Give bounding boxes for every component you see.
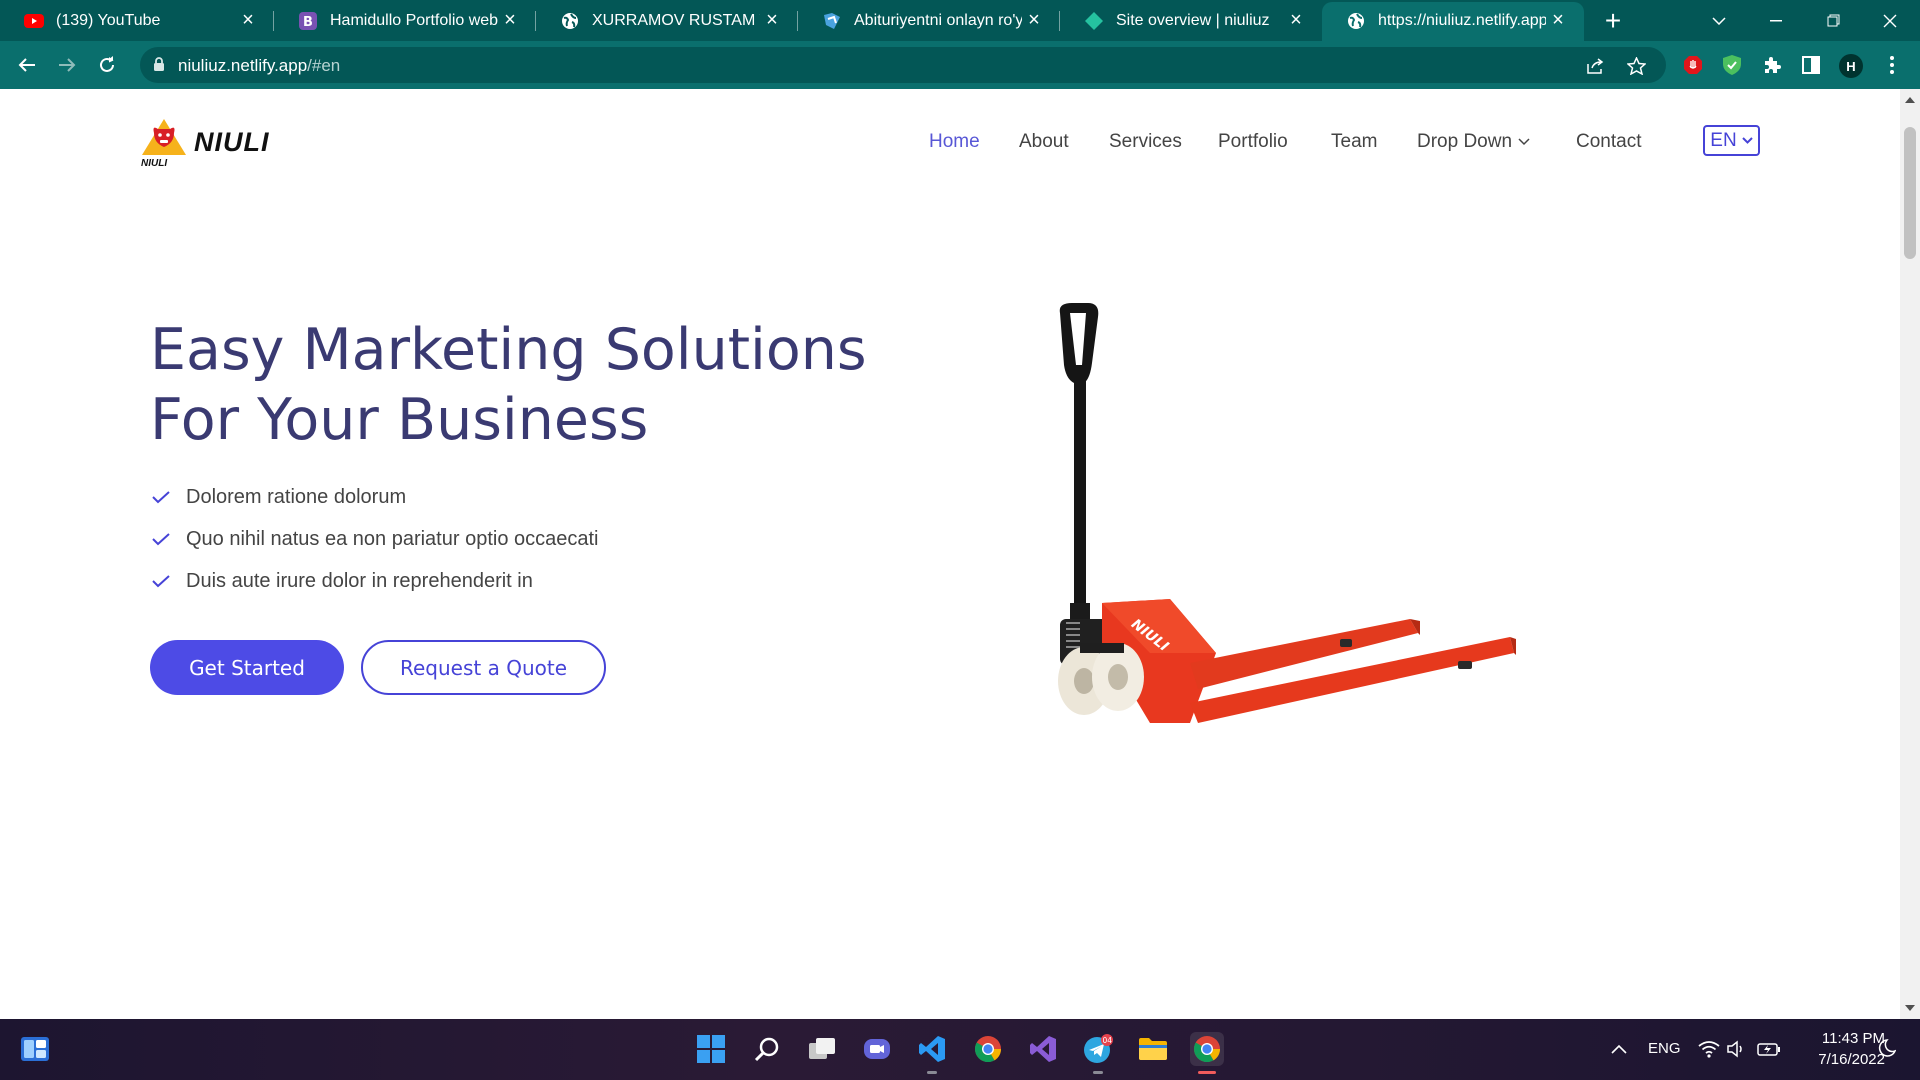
list-item: Quo nihil natus ea non pariatur optio oc… — [152, 518, 599, 560]
back-button[interactable] — [11, 49, 43, 81]
reload-button[interactable] — [91, 49, 123, 81]
tab-site-overview[interactable]: Site overview | niuliuz × — [1060, 0, 1322, 41]
scrollbar-thumb[interactable] — [1904, 127, 1916, 259]
minimize-button[interactable] — [1748, 0, 1804, 41]
language-select[interactable]: EN — [1703, 125, 1760, 156]
share-icon[interactable] — [1586, 56, 1606, 76]
notifications-icon[interactable] — [1870, 1032, 1904, 1066]
svg-text:NIULI: NIULI — [141, 158, 167, 167]
restore-button[interactable] — [1805, 0, 1861, 41]
close-tab-icon[interactable]: × — [760, 9, 784, 33]
svg-text:04: 04 — [1103, 1036, 1113, 1045]
bookmark-star-icon[interactable] — [1626, 56, 1646, 76]
close-tab-icon[interactable]: × — [1022, 9, 1046, 33]
windows-start-icon[interactable] — [694, 1032, 728, 1066]
site-icon — [822, 11, 842, 31]
browser-toolbar: niuliuz.netlify.app/#en H — [0, 41, 1920, 89]
search-icon[interactable] — [750, 1032, 784, 1066]
nav-portfolio[interactable]: Portfolio — [1218, 129, 1288, 155]
new-tab-button[interactable]: + — [1598, 5, 1628, 36]
forward-arrow-icon — [59, 58, 76, 72]
visual-studio-icon[interactable] — [1026, 1032, 1060, 1066]
hero-title: Easy Marketing Solutions For Your Busine… — [150, 317, 867, 453]
close-tab-icon[interactable]: × — [1284, 9, 1308, 33]
address-bar[interactable]: niuliuz.netlify.app/#en — [140, 47, 1666, 83]
scroll-up-arrow-icon[interactable] — [1905, 97, 1915, 103]
get-started-button[interactable]: Get Started — [150, 640, 344, 695]
widgets-icon[interactable] — [18, 1032, 52, 1066]
site-logo[interactable]: NIULI NIULI — [140, 117, 270, 167]
tab-search-button[interactable] — [1691, 0, 1747, 41]
telegram-icon[interactable]: 04 — [1081, 1032, 1115, 1066]
windows-taskbar: 04 ENG 11:43 PM 7/16/2022 — [0, 1019, 1920, 1080]
close-tab-icon[interactable]: × — [498, 9, 522, 33]
tab-abituriyent[interactable]: Abituriyentni onlayn ro'yxat × — [798, 0, 1060, 41]
check-icon — [152, 532, 172, 546]
nav-dropdown-label: Drop Down — [1417, 131, 1513, 152]
netlify-icon — [1084, 11, 1104, 31]
reload-icon — [100, 56, 114, 72]
scroll-down-arrow-icon[interactable] — [1905, 1005, 1915, 1011]
list-item: Duis aute irure dolor in reprehenderit i… — [152, 560, 599, 602]
chevron-down-icon — [1712, 16, 1726, 25]
close-tab-icon[interactable]: × — [236, 9, 260, 33]
lock-icon[interactable] — [153, 57, 165, 77]
chevron-down-icon — [1518, 138, 1530, 146]
globe-icon — [1346, 11, 1366, 31]
nav-team[interactable]: Team — [1331, 129, 1377, 155]
profile-avatar[interactable]: H — [1839, 54, 1863, 78]
side-panel-icon[interactable] — [1799, 53, 1823, 77]
check-icon — [152, 574, 172, 588]
nav-dropdown[interactable]: Drop Down — [1417, 129, 1530, 155]
chrome-active-icon[interactable] — [1190, 1032, 1224, 1066]
tab-youtube[interactable]: (139) YouTube × — [0, 0, 274, 41]
back-arrow-icon — [18, 58, 35, 72]
chrome-icon[interactable] — [971, 1032, 1005, 1066]
close-window-button[interactable] — [1862, 0, 1918, 41]
nav-about[interactable]: About — [1019, 129, 1069, 155]
request-quote-button[interactable]: Request a Quote — [361, 640, 606, 695]
shield-extension-icon[interactable] — [1720, 53, 1744, 77]
tab-strip: (139) YouTube × B Hamidullo Portfolio we… — [0, 0, 1920, 41]
bootstrap-icon: B — [298, 11, 318, 31]
chevron-up-icon[interactable] — [1602, 1032, 1636, 1066]
close-icon — [1883, 14, 1897, 27]
tab-xurramov[interactable]: XURRAMOV RUSTAM YO'LD × — [536, 0, 798, 41]
kebab-menu-icon[interactable] — [1880, 53, 1904, 77]
svg-text:B: B — [303, 15, 313, 30]
close-tab-icon[interactable]: × — [1546, 9, 1570, 33]
adblock-extension-icon[interactable] — [1681, 53, 1705, 77]
page-viewport: NIULI NIULI Home About Services Portfoli… — [0, 89, 1900, 1019]
niuli-bull-logo-icon: NIULI — [141, 119, 186, 167]
check-icon — [152, 490, 172, 504]
hero-bullets: Dolorem ratione dolorum Quo nihil natus … — [152, 476, 599, 602]
puzzle-extensions-icon[interactable] — [1760, 53, 1784, 77]
chevron-down-icon — [1741, 137, 1753, 144]
list-item: Dolorem ratione dolorum — [152, 476, 599, 518]
nav-home[interactable]: Home — [929, 129, 980, 155]
task-view-icon[interactable] — [805, 1032, 839, 1066]
minimize-icon — [1770, 19, 1782, 21]
teams-chat-icon[interactable] — [860, 1032, 894, 1066]
volume-icon[interactable] — [1720, 1032, 1754, 1066]
restore-icon — [1827, 14, 1839, 27]
nav-contact[interactable]: Contact — [1576, 129, 1641, 155]
logo-text: NIULI — [194, 126, 270, 157]
globe-icon — [560, 11, 580, 31]
tab-niuliuz-active[interactable]: https://niuliuz.netlify.app/# × — [1322, 0, 1584, 41]
nav-services[interactable]: Services — [1109, 129, 1182, 155]
file-explorer-icon[interactable] — [1136, 1032, 1170, 1066]
pallet-jack-image: NIULI — [1058, 303, 1516, 723]
battery-icon[interactable] — [1752, 1032, 1786, 1066]
url-text: niuliuz.netlify.app/#en — [178, 56, 341, 75]
youtube-icon — [24, 11, 44, 31]
forward-button[interactable] — [51, 49, 83, 81]
vscode-icon[interactable] — [915, 1032, 949, 1066]
tab-hamidullo-portfolio[interactable]: B Hamidullo Portfolio web sit × — [274, 0, 536, 41]
input-language[interactable]: ENG — [1648, 1040, 1681, 1057]
page-scrollbar[interactable] — [1900, 89, 1920, 1019]
